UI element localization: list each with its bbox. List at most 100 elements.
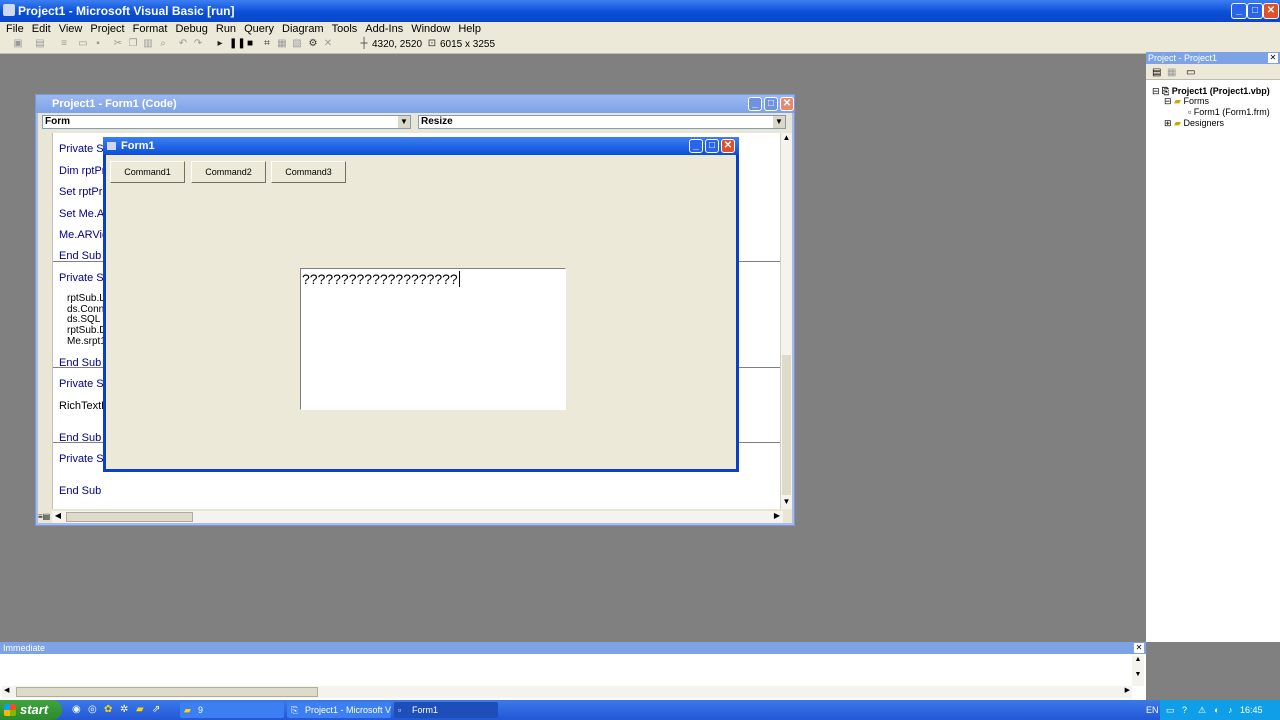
end-icon[interactable]: ■ bbox=[244, 38, 256, 50]
task-form1[interactable]: ▫ Form1 bbox=[394, 702, 498, 718]
project-explorer: Project - Project1 ✕ ▤ ▦ ▭ ⊟ ⎘ Project1 … bbox=[1146, 52, 1280, 642]
menu-edit[interactable]: Edit bbox=[28, 22, 55, 36]
start-icon[interactable]: ▸ bbox=[214, 38, 226, 50]
position-readout: 4320, 2520 bbox=[372, 39, 423, 50]
form1-tree-item[interactable]: ▫ Form1 (Form1.frm) bbox=[1188, 107, 1270, 117]
code-horizontal-scrollbar[interactable]: ◀ ▶ bbox=[52, 511, 783, 523]
tray-icon[interactable]: ◐ bbox=[1214, 700, 1219, 720]
main-title-bar: Project1 - Microsoft Visual Basic [run] … bbox=[0, 0, 1280, 22]
hscroll-thumb[interactable] bbox=[66, 512, 193, 522]
menu-window[interactable]: Window bbox=[407, 22, 454, 36]
redo-icon[interactable]: ↷ bbox=[192, 38, 204, 50]
designers-folder-item[interactable]: ⊞ ▰ Designers bbox=[1164, 118, 1224, 129]
object-browser-icon[interactable]: ⚙ bbox=[307, 38, 319, 50]
rich-text-box[interactable]: ???????????????????? bbox=[300, 268, 566, 410]
immediate-horizontal-scrollbar[interactable]: ◀ ▶ bbox=[2, 686, 1132, 698]
object-combo[interactable]: Form ▼ bbox=[42, 115, 411, 129]
code-minimize-button[interactable]: _ bbox=[748, 97, 762, 111]
form-icon bbox=[107, 142, 116, 150]
volume-icon[interactable]: ♪ bbox=[1228, 700, 1233, 720]
command3-button[interactable]: Command3 bbox=[271, 161, 346, 183]
menu-add-ins[interactable]: Add-Ins bbox=[361, 22, 407, 36]
save-icon[interactable]: ▪ bbox=[92, 38, 104, 50]
menu-diagram[interactable]: Diagram bbox=[278, 22, 328, 36]
menu-editor-icon[interactable]: ≡ bbox=[58, 38, 70, 50]
imm-scroll-right-arrow[interactable]: ▶ bbox=[1125, 686, 1130, 694]
menu-run[interactable]: Run bbox=[212, 22, 240, 36]
clock[interactable]: 16:45 bbox=[1240, 700, 1263, 720]
menu-view[interactable]: View bbox=[55, 22, 87, 36]
code-line[interactable]: End Sub bbox=[59, 485, 101, 497]
toolbox-icon[interactable]: ✕ bbox=[322, 38, 334, 50]
view-code-icon[interactable]: ▤ bbox=[1152, 67, 1161, 78]
windows-logo-icon bbox=[4, 704, 16, 716]
immediate-close-button[interactable]: ✕ bbox=[1134, 643, 1144, 653]
quicklaunch-icon[interactable]: ▰ bbox=[136, 704, 144, 715]
project-toolbar: ▤ ▦ ▭ bbox=[1146, 64, 1280, 80]
form1-close-button[interactable]: ✕ bbox=[721, 139, 735, 153]
code-vertical-scrollbar[interactable]: ▲ ▼ bbox=[780, 133, 792, 509]
quicklaunch-icon[interactable]: ✿ bbox=[104, 704, 112, 715]
immediate-input[interactable] bbox=[2, 656, 1132, 686]
start-button[interactable]: start bbox=[0, 700, 62, 720]
help-tray-icon[interactable]: ? bbox=[1182, 700, 1187, 720]
menu-format[interactable]: Format bbox=[129, 22, 172, 36]
forms-folder-item[interactable]: ⊟ ▰ Forms bbox=[1164, 96, 1209, 107]
break-icon[interactable]: ❚❚ bbox=[229, 38, 246, 50]
project-explorer-icon[interactable]: ⌗ bbox=[261, 38, 273, 50]
close-button[interactable]: ✕ bbox=[1263, 3, 1279, 19]
command1-button[interactable]: Command1 bbox=[110, 161, 185, 183]
form1-window: Form1 _ □ ✕ Command1 Command2 Command3 ?… bbox=[103, 137, 739, 472]
menu-query[interactable]: Query bbox=[240, 22, 278, 36]
form-layout-icon[interactable]: ▧ bbox=[291, 38, 303, 50]
immediate-vertical-scrollbar[interactable]: ▲ ▼ bbox=[1132, 656, 1144, 686]
cut-icon[interactable]: ✂ bbox=[112, 38, 124, 50]
code-close-button[interactable]: ✕ bbox=[780, 97, 794, 111]
quicklaunch-icon[interactable]: ⇗ bbox=[152, 704, 160, 715]
scroll-up-arrow[interactable]: ▲ bbox=[781, 133, 792, 145]
maximize-button[interactable]: □ bbox=[1247, 3, 1263, 19]
tray-icon[interactable]: ▭ bbox=[1166, 700, 1175, 720]
quicklaunch-icon[interactable]: ✲ bbox=[120, 704, 128, 715]
code-window-title: Project1 - Form1 (Code) _ □ ✕ bbox=[36, 95, 794, 113]
command2-button[interactable]: Command2 bbox=[191, 161, 266, 183]
imm-scroll-left-arrow[interactable]: ◀ bbox=[4, 686, 9, 694]
code-maximize-button[interactable]: □ bbox=[764, 97, 778, 111]
menu-tools[interactable]: Tools bbox=[328, 22, 362, 36]
imm-scroll-thumb[interactable] bbox=[16, 687, 318, 697]
scroll-thumb[interactable] bbox=[782, 355, 791, 495]
properties-icon[interactable]: ▦ bbox=[276, 38, 288, 50]
tray-icon[interactable]: ⚠ bbox=[1198, 700, 1206, 720]
copy-icon[interactable]: ❐ bbox=[127, 38, 139, 50]
view-object-icon[interactable]: ▦ bbox=[1167, 67, 1176, 78]
scroll-down-arrow[interactable]: ▼ bbox=[781, 497, 792, 509]
scroll-left-arrow[interactable]: ◀ bbox=[52, 511, 64, 523]
ie-icon[interactable]: ◉ bbox=[72, 704, 81, 715]
menu-file[interactable]: File bbox=[0, 22, 28, 36]
immediate-title: Immediate ✕ bbox=[0, 642, 1146, 654]
minimize-button[interactable]: _ bbox=[1231, 3, 1247, 19]
standard-toolbar: ▣ ▤ ≡ ▭ ▪ ✂ ❐ ▥ ⌕ ↶ ↷ ▸ ❚❚ ■ ⌗ ▦ ▧ ⚙ ✕ ┼… bbox=[0, 36, 1280, 54]
menu-debug[interactable]: Debug bbox=[171, 22, 211, 36]
form1-maximize-button[interactable]: □ bbox=[705, 139, 719, 153]
menu-help[interactable]: Help bbox=[454, 22, 485, 36]
task-folder-9[interactable]: ▰ 9 bbox=[180, 702, 284, 718]
find-icon[interactable]: ⌕ bbox=[157, 38, 169, 50]
quicklaunch-icon[interactable]: ◎ bbox=[88, 704, 97, 715]
open-icon[interactable]: ▭ bbox=[77, 38, 89, 50]
procedure-combo[interactable]: Resize ▼ bbox=[418, 115, 786, 129]
toggle-folders-icon[interactable]: ▭ bbox=[1186, 67, 1195, 78]
size-icon: ⊡ bbox=[427, 38, 437, 49]
paste-icon[interactable]: ▥ bbox=[142, 38, 154, 50]
form1-minimize-button[interactable]: _ bbox=[689, 139, 703, 153]
language-indicator[interactable]: EN bbox=[1146, 700, 1159, 720]
scroll-right-arrow[interactable]: ▶ bbox=[771, 511, 783, 523]
task-vb[interactable]: ⎘ Project1 - Microsoft V... bbox=[287, 702, 391, 718]
add-project-icon[interactable]: ▣ bbox=[12, 38, 24, 50]
project-close-button[interactable]: ✕ bbox=[1268, 53, 1278, 63]
view-toggle-icon[interactable]: ≡▤ bbox=[38, 512, 50, 522]
menu-project[interactable]: Project bbox=[86, 22, 128, 36]
project-explorer-title: Project - Project1 ✕ bbox=[1146, 52, 1280, 64]
undo-icon[interactable]: ↶ bbox=[177, 38, 189, 50]
add-form-icon[interactable]: ▤ bbox=[34, 38, 46, 50]
